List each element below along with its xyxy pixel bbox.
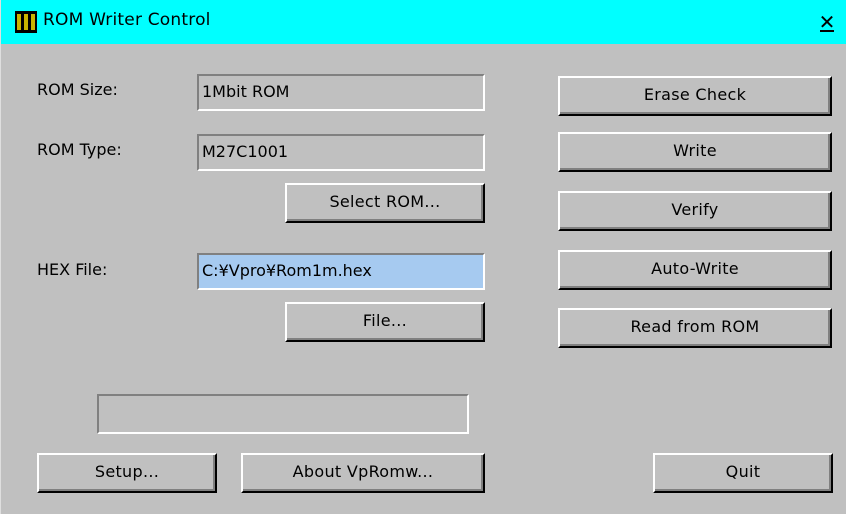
rom-type-field: M27C1001 xyxy=(197,134,485,171)
window-title: ROM Writer Control xyxy=(43,10,211,30)
status-field xyxy=(97,394,469,434)
erase-check-button[interactable]: Erase Check xyxy=(558,76,832,116)
rom-type-label: ROM Type: xyxy=(37,140,122,159)
close-button[interactable]: ✕ xyxy=(815,11,839,33)
verify-button[interactable]: Verify xyxy=(558,191,832,231)
auto-write-button[interactable]: Auto-Write xyxy=(558,250,832,290)
write-button[interactable]: Write xyxy=(558,132,832,172)
hex-file-input[interactable]: C:¥Vpro¥Rom1m.hex xyxy=(197,253,485,290)
rom-chip-icon xyxy=(15,11,37,33)
hex-file-label: HEX File: xyxy=(37,260,108,279)
about-button[interactable]: About VpRomw... xyxy=(241,453,485,493)
rom-writer-window: ROM Writer Control ✕ ROM Size: 1Mbit ROM… xyxy=(0,0,846,514)
read-from-rom-button[interactable]: Read from ROM xyxy=(558,308,832,348)
rom-size-label: ROM Size: xyxy=(37,80,118,99)
close-icon: ✕ xyxy=(818,10,836,34)
setup-button[interactable]: Setup... xyxy=(37,453,217,493)
title-bar[interactable]: ROM Writer Control ✕ xyxy=(1,0,846,44)
rom-size-field: 1Mbit ROM xyxy=(197,74,485,111)
quit-button[interactable]: Quit xyxy=(653,453,833,493)
select-rom-button[interactable]: Select ROM... xyxy=(285,183,485,223)
file-button[interactable]: File... xyxy=(285,302,485,342)
